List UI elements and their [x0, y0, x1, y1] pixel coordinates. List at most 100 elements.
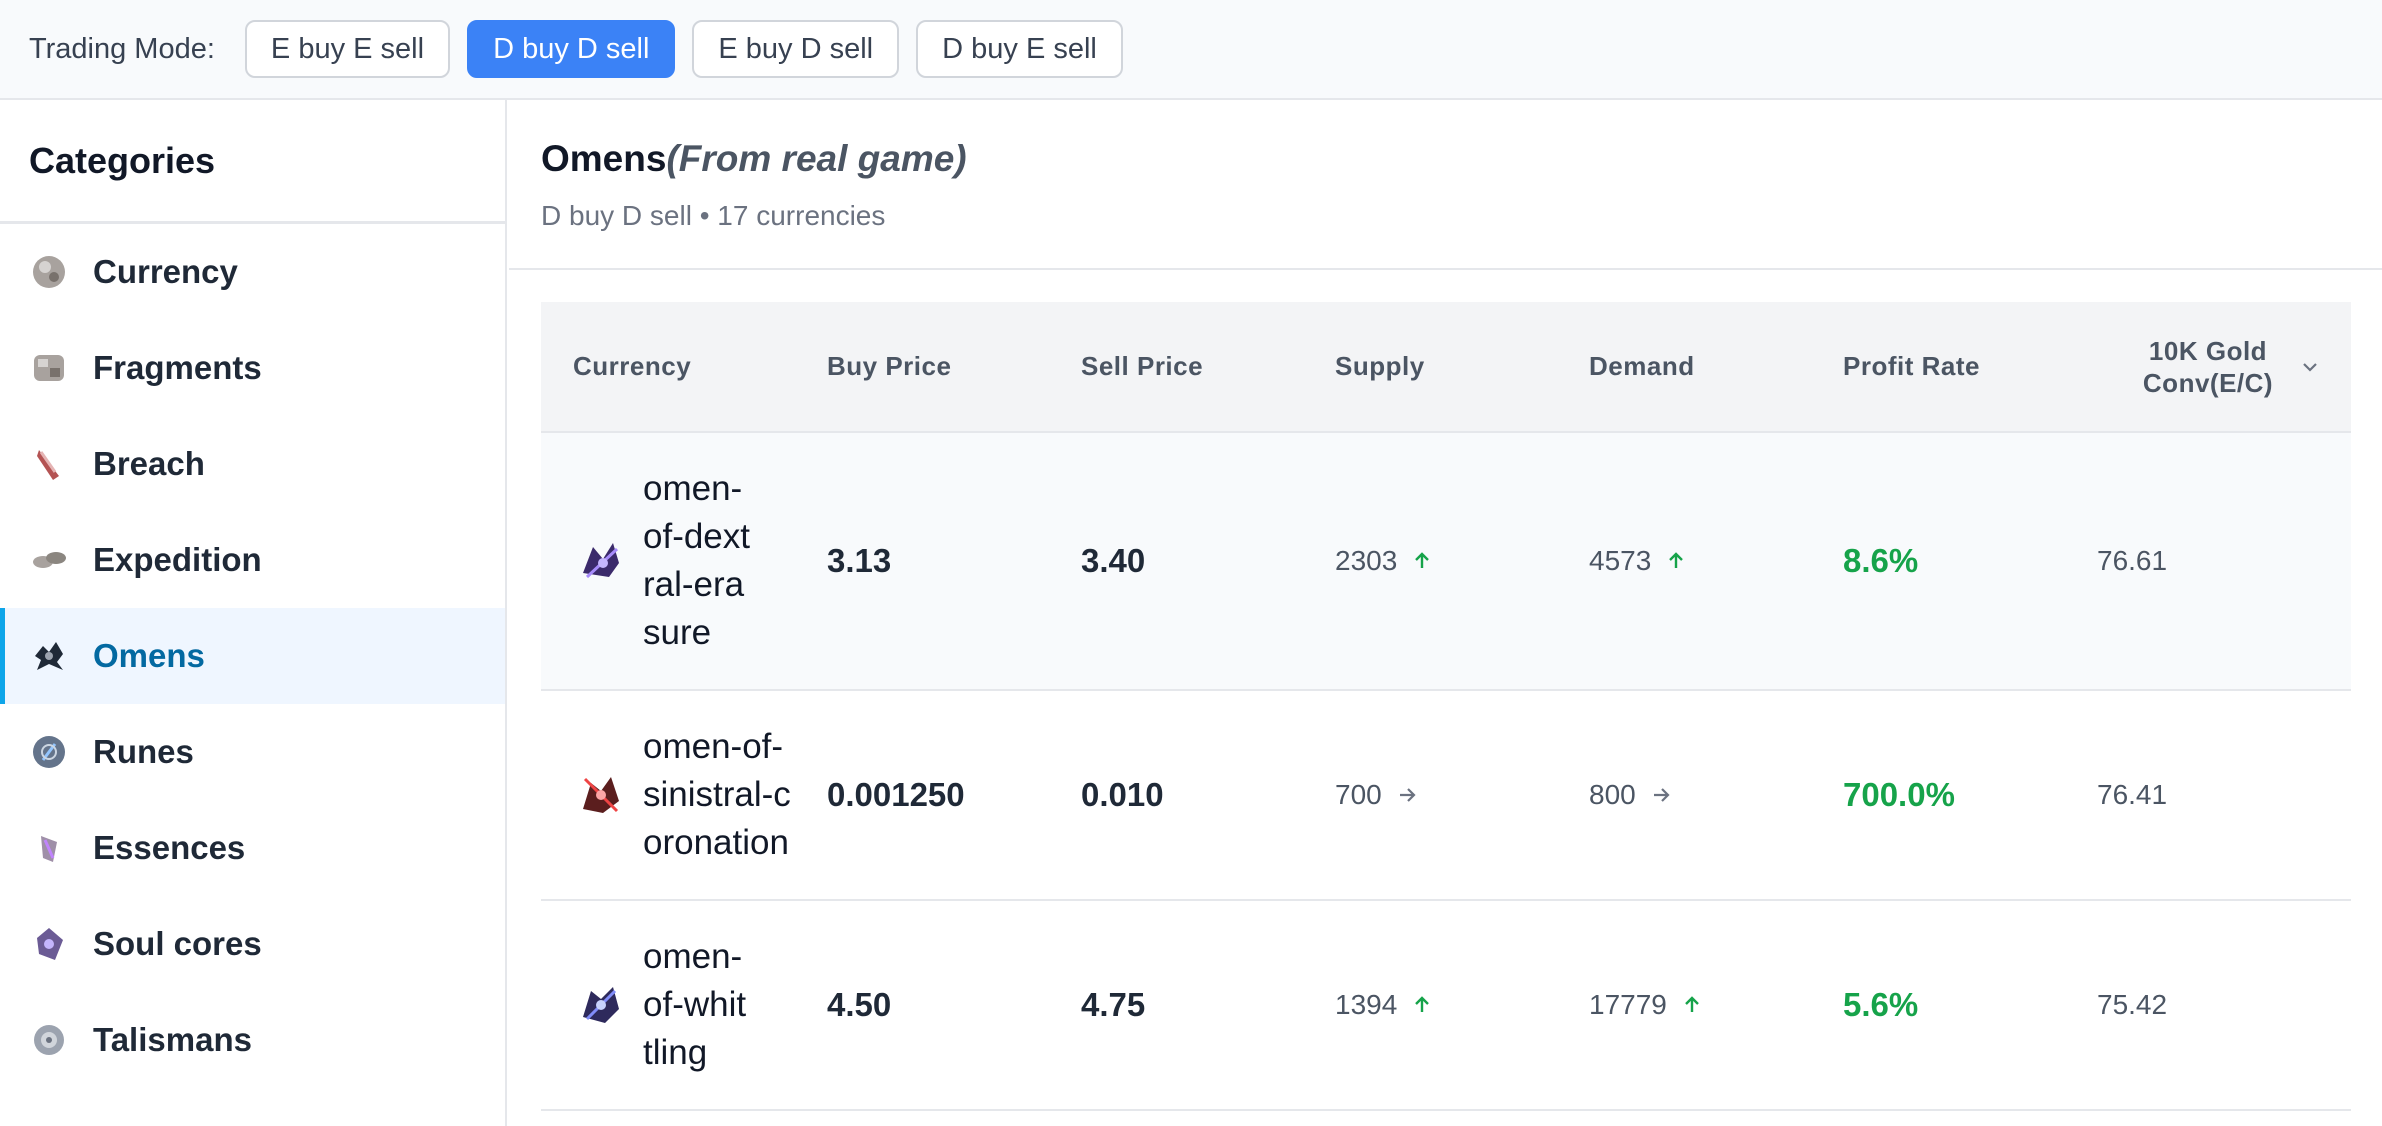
sell-price-cell: 3.40 — [1049, 432, 1303, 691]
page-title-text: Omens — [541, 138, 667, 179]
soul-core-icon — [37, 928, 63, 960]
mode-d-buy-d-sell-button[interactable]: D buy D sell — [467, 20, 676, 78]
column-header-sell-price[interactable]: Sell Price — [1049, 302, 1303, 433]
sidebar-item-soul-cores[interactable]: Soul cores — [0, 896, 505, 992]
main-content: Omens(From real game) D buy D sell • 17 … — [509, 100, 2382, 1126]
trading-mode-bar: Trading Mode: E buy E sell D buy D sell … — [0, 0, 2382, 100]
profit-cell: 700.0% — [1811, 690, 2065, 901]
arrow-right-icon — [1653, 788, 1670, 802]
sidebar-item-label: Fragments — [93, 349, 262, 386]
gold-conv-value: 76.61 — [2097, 545, 2168, 576]
buy-price: 0.001250 — [827, 776, 965, 813]
column-header-buy-price[interactable]: Buy Price — [795, 302, 1049, 433]
currency-name: omen-of-dextral-erasure — [643, 469, 750, 652]
omen-dextral-erasure-icon — [583, 543, 619, 579]
sidebar-item-label: Essences — [93, 829, 246, 866]
sell-price-cell: 0.010 — [1049, 690, 1303, 901]
expedition-artifact-icon — [33, 552, 66, 568]
main-header: Omens(From real game) D buy D sell • 17 … — [509, 100, 2382, 270]
sidebar-title: Categories — [0, 100, 505, 224]
essence-icon — [41, 836, 57, 862]
sidebar-item-fragments[interactable]: Fragments — [0, 320, 505, 416]
profit-cell: 8.6% — [1811, 432, 2065, 691]
demand-cell: 17779 — [1557, 900, 1811, 1111]
chevron-down-icon[interactable] — [2299, 356, 2321, 378]
buy-price-cell: 3.13 — [795, 432, 1049, 691]
mode-e-buy-d-sell-button[interactable]: E buy D sell — [692, 20, 900, 78]
currency-cell: omen-of-dextral-erasure — [541, 432, 795, 691]
rune-icon — [33, 736, 65, 768]
currency-orb-icon — [33, 256, 65, 288]
sidebar-item-label: Soul cores — [93, 925, 262, 962]
column-header-profit-rate[interactable]: Profit Rate — [1811, 302, 2065, 433]
table-row[interactable]: omen-of-dextral-erasure 3.13 3.40 2303 4… — [541, 432, 2351, 691]
supply-cell: 700 — [1303, 690, 1557, 901]
gold-conv-value: 75.42 — [2097, 989, 2168, 1020]
arrow-right-icon — [1399, 788, 1416, 802]
column-header-gold-conv[interactable]: 10K Gold Conv(E/C) — [2065, 302, 2351, 433]
page-title-note: (From real game) — [666, 138, 967, 179]
currency-cell: omen-of-sinistral-coronation — [541, 690, 795, 901]
buy-price: 4.50 — [827, 986, 892, 1023]
demand-value: 800 — [1589, 779, 1636, 810]
arrow-up-icon — [1669, 552, 1684, 568]
demand-cell: 800 — [1557, 690, 1811, 901]
table-header-row: Currency Buy Price Sell Price Supply Dem… — [541, 302, 2351, 433]
conv-cell: 76.61 — [2065, 432, 2351, 691]
sell-price: 0.010 — [1081, 776, 1164, 813]
sidebar-item-expedition[interactable]: Expedition — [0, 512, 505, 608]
buy-price-cell: 0.001250 — [795, 690, 1049, 901]
column-header-supply[interactable]: Supply — [1303, 302, 1557, 433]
profit-rate: 8.6% — [1843, 542, 1919, 579]
table-row[interactable]: omen-of-sinistral-coronation 0.001250 0.… — [541, 690, 2351, 901]
trading-mode-label: Trading Mode: — [29, 32, 215, 65]
conv-cell: 75.42 — [2065, 900, 2351, 1111]
omen-icon — [35, 642, 63, 670]
buy-price-cell: 4.50 — [795, 900, 1049, 1111]
arrow-up-icon — [1415, 996, 1430, 1012]
demand-value: 4573 — [1589, 545, 1652, 576]
sell-price: 4.75 — [1081, 986, 1146, 1023]
fragment-icon — [34, 355, 64, 381]
gold-conv-value: 76.41 — [2097, 779, 2168, 810]
column-header-currency[interactable]: Currency — [541, 302, 795, 433]
sell-price-cell: 4.75 — [1049, 900, 1303, 1111]
arrow-up-icon — [1685, 996, 1699, 1012]
sidebar-item-label: Runes — [93, 733, 194, 770]
supply-cell: 1394 — [1303, 900, 1557, 1111]
conv-cell: 76.41 — [2065, 690, 2351, 901]
table-row[interactable]: omen-of-whittling 4.50 4.75 1394 17779 5… — [541, 900, 2351, 1111]
buy-price: 3.13 — [827, 542, 892, 579]
mode-d-buy-e-sell-button[interactable]: D buy E sell — [916, 20, 1123, 78]
sidebar-item-essences[interactable]: Essences — [0, 800, 505, 896]
omen-sinistral-coronation-icon — [583, 777, 619, 813]
supply-value: 2303 — [1335, 545, 1398, 576]
mode-e-buy-e-sell-button[interactable]: E buy E sell — [244, 20, 451, 78]
profit-rate: 5.6% — [1843, 986, 1919, 1023]
sidebar-item-talismans[interactable]: Talismans — [0, 992, 505, 1088]
currency-cell: omen-of-whittling — [541, 900, 795, 1111]
demand-cell: 4573 — [1557, 432, 1811, 691]
supply-value: 1394 — [1335, 989, 1398, 1020]
sidebar-item-omens[interactable]: Omens — [0, 608, 505, 704]
sidebar-item-runes[interactable]: Runes — [0, 704, 505, 800]
column-header-gold-conv-label: 10K Gold Conv(E/C) — [2142, 335, 2274, 398]
currency-table: Currency Buy Price Sell Price Supply Dem… — [541, 302, 2351, 1111]
profit-rate: 700.0% — [1843, 776, 1955, 813]
sell-price: 3.40 — [1081, 542, 1146, 579]
omen-whittling-icon — [583, 987, 619, 1023]
page-subtitle: D buy D sell • 17 currencies — [541, 200, 886, 231]
currency-name: omen-of-whittling — [643, 937, 747, 1072]
sidebar-item-label: Talismans — [93, 1021, 252, 1058]
sidebar-item-currency[interactable]: Currency — [0, 224, 505, 320]
currency-name: omen-of-sinistral-coronation — [643, 727, 791, 862]
sidebar-item-breach[interactable]: Breach — [0, 416, 505, 512]
categories-sidebar: Categories Currency Fragments Breach Exp… — [0, 100, 507, 1126]
breach-splinter-icon — [37, 450, 59, 480]
column-header-demand[interactable]: Demand — [1557, 302, 1811, 433]
arrow-up-icon — [1415, 552, 1430, 568]
sidebar-item-label: Omens — [93, 637, 205, 674]
sidebar-item-label: Currency — [93, 253, 238, 290]
sidebar-item-label: Breach — [93, 445, 205, 482]
supply-cell: 2303 — [1303, 432, 1557, 691]
